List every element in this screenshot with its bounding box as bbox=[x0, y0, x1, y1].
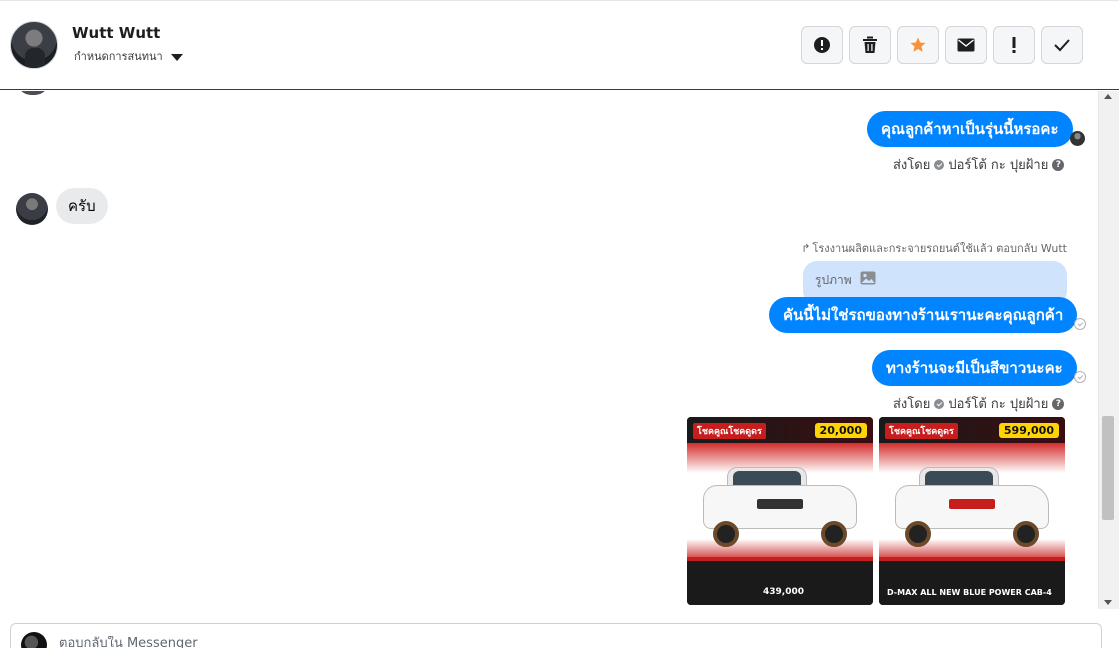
page-avatar bbox=[21, 632, 47, 648]
pickup-truck-image bbox=[703, 467, 857, 547]
chat-scrollbar[interactable] bbox=[1098, 91, 1119, 609]
trash-icon bbox=[863, 36, 877, 53]
mark-unread-button[interactable] bbox=[945, 26, 987, 64]
outgoing-message[interactable]: คุณลูกค้าหาเป็นรุ่นนี้หรอคะ bbox=[867, 111, 1073, 147]
star-button[interactable] bbox=[897, 26, 939, 64]
image-tag: โชคคูณโชคดูดร bbox=[885, 423, 958, 439]
delivered-icon bbox=[1074, 318, 1086, 330]
image-attachment[interactable]: โชคคูณโชคดูดร 20,000 439,000 bbox=[687, 417, 873, 605]
outgoing-message[interactable]: คันนี้ไม่ใช่รถของทางร้านเรานะคะคุณลูกค้า bbox=[769, 297, 1078, 333]
follow-up-button[interactable] bbox=[993, 26, 1035, 64]
caret-down-icon bbox=[170, 53, 183, 61]
assign-conversation-dropdown[interactable]: กำหนดการสนทนา bbox=[74, 47, 183, 65]
sent-by-prefix: ส่งโดย bbox=[893, 158, 931, 173]
contact-avatar-partial bbox=[17, 91, 49, 95]
image-price-badge: 20,000 bbox=[814, 423, 867, 438]
envelope-icon bbox=[957, 38, 975, 52]
image-icon bbox=[860, 271, 876, 285]
mark-spam-button[interactable] bbox=[801, 26, 843, 64]
contact-name[interactable]: Wutt Wutt bbox=[72, 24, 160, 42]
verified-check-icon bbox=[934, 398, 945, 409]
sent-by-prefix: ส่งโดย bbox=[893, 397, 931, 412]
sender-name: ปอร์โต้ กะ ปุยฝ้าย bbox=[948, 397, 1049, 412]
reply-composer bbox=[10, 623, 1102, 648]
image-price-badge: 599,000 bbox=[998, 423, 1059, 438]
action-toolbar bbox=[801, 26, 1083, 64]
image-footer-text: D-MAX ALL NEW BLUE POWER CAB-4 bbox=[887, 588, 1052, 597]
conversation-header: Wutt Wutt กำหนดการสนทนา bbox=[0, 0, 1119, 90]
alert-circle-icon bbox=[814, 37, 830, 53]
message-list: คุณลูกค้าหาเป็นรุ่นนี้หรอคะ ส่งโดย ปอร์โ… bbox=[0, 91, 1098, 609]
help-icon[interactable]: ? bbox=[1052, 397, 1065, 410]
verified-check-icon bbox=[934, 159, 945, 170]
incoming-message[interactable]: ครับ bbox=[56, 188, 108, 224]
outgoing-message[interactable]: ทางร้านจะมีเป็นสีขาวนะคะ bbox=[872, 350, 1077, 386]
image-footer bbox=[687, 561, 873, 605]
exclamation-icon bbox=[1012, 37, 1016, 53]
contact-avatar[interactable] bbox=[10, 21, 58, 69]
messenger-thread: Wutt Wutt กำหนดการสนทนา คุณลูกค้าหาเป็นร… bbox=[0, 0, 1119, 648]
pickup-truck-image bbox=[895, 467, 1049, 547]
assign-conversation-label: กำหนดการสนทนา bbox=[74, 50, 163, 63]
reply-input[interactable] bbox=[59, 636, 659, 648]
star-icon bbox=[910, 37, 926, 52]
image-tag: โชคคูณโชคดูดร bbox=[693, 423, 766, 439]
reply-note-text: โรงงานผลิตและกระจายรถยนต์ใช้แล้ว ตอบกลับ… bbox=[812, 242, 1067, 255]
image-footer bbox=[879, 561, 1065, 605]
scrollbar-thumb[interactable] bbox=[1102, 416, 1114, 520]
scroll-up-arrow-icon[interactable] bbox=[1104, 94, 1112, 99]
sender-name: ปอร์โต้ กะ ปุยฝ้าย bbox=[948, 158, 1049, 173]
sent-by-info: ส่งโดย ปอร์โต้ กะ ปุยฝ้าย ? bbox=[893, 393, 1065, 414]
reply-arrow-icon: ↱ bbox=[801, 241, 811, 255]
reply-note: ↱ โรงงานผลิตและกระจายรถยนต์ใช้แล้ว ตอบกล… bbox=[801, 239, 1067, 257]
contact-avatar-small bbox=[16, 193, 48, 225]
help-icon[interactable]: ? bbox=[1052, 158, 1065, 171]
checkmark-icon bbox=[1054, 39, 1070, 52]
seen-avatar-icon bbox=[1070, 131, 1085, 146]
mark-done-button[interactable] bbox=[1041, 26, 1083, 64]
scroll-down-arrow-icon[interactable] bbox=[1104, 600, 1112, 605]
delivered-icon bbox=[1074, 371, 1086, 383]
quoted-label: รูปภาพ bbox=[815, 273, 852, 287]
image-footer-text: 439,000 bbox=[763, 587, 804, 597]
image-attachment[interactable]: โชคคูณโชคดูดร 599,000 D-MAX ALL NEW BLUE… bbox=[879, 417, 1065, 605]
sent-by-info: ส่งโดย ปอร์โต้ กะ ปุยฝ้าย ? bbox=[893, 154, 1065, 175]
delete-button[interactable] bbox=[849, 26, 891, 64]
